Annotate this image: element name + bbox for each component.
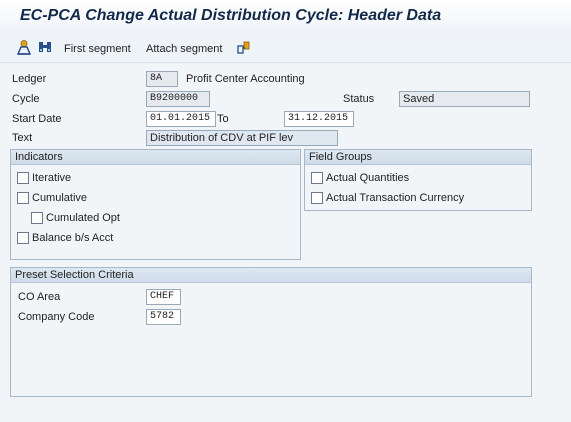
start-date-label: Start Date xyxy=(12,113,62,125)
first-segment-button[interactable]: First segment xyxy=(64,40,131,58)
status-field: Saved xyxy=(399,91,530,107)
checkbox-box[interactable] xyxy=(17,192,29,204)
ledger-field[interactable]: 8A xyxy=(146,71,178,87)
checkbox-box[interactable] xyxy=(31,212,43,224)
actual-quantities-checkbox[interactable]: Actual Quantities xyxy=(311,171,409,185)
checkbox-box[interactable] xyxy=(17,172,29,184)
actual-currency-label: Actual Transaction Currency xyxy=(326,192,465,204)
ledger-label: Ledger xyxy=(12,73,47,85)
preset-selection-group: Preset Selection Criteria CO Area CHEF C… xyxy=(10,267,532,397)
text-label: Text xyxy=(12,132,33,144)
checkbox-box[interactable] xyxy=(17,232,29,244)
iterative-label: Iterative xyxy=(32,172,72,184)
start-date-field[interactable]: 01.01.2015 xyxy=(146,111,216,127)
preset-selection-title: Preset Selection Criteria xyxy=(11,268,531,283)
co-area-label: CO Area xyxy=(18,291,61,303)
balance-checkbox[interactable]: Balance b/s Acct xyxy=(17,231,113,245)
checkbox-box[interactable] xyxy=(311,192,323,204)
cumulated-opt-label: Cumulated Opt xyxy=(46,212,120,224)
cycle-field[interactable]: B9200000 xyxy=(146,91,210,107)
field-groups-title: Field Groups xyxy=(305,150,531,165)
page-title: EC-PCA Change Actual Distribution Cycle:… xyxy=(20,7,442,24)
end-date-field[interactable]: 31.12.2015 xyxy=(284,111,354,127)
text-field[interactable]: Distribution of CDV at PIF lev xyxy=(146,130,338,146)
cycle-label: Cycle xyxy=(12,93,40,105)
title-bar: EC-PCA Change Actual Distribution Cycle:… xyxy=(0,0,571,36)
indicators-group: Indicators Iterative Cumulative Cumulate… xyxy=(10,149,301,260)
cumulated-opt-checkbox[interactable]: Cumulated Opt xyxy=(31,211,120,225)
iterative-checkbox[interactable]: Iterative xyxy=(17,171,71,185)
cumulative-checkbox[interactable]: Cumulative xyxy=(17,191,87,205)
binoculars-icon[interactable] xyxy=(37,39,55,57)
application-toolbar: First segment Attach segment xyxy=(0,36,571,63)
status-label: Status xyxy=(343,93,375,105)
actual-quantities-label: Actual Quantities xyxy=(326,172,410,184)
to-label: To xyxy=(217,113,229,125)
field-groups-group: Field Groups Actual Quantities Actual Tr… xyxy=(304,149,532,211)
actual-currency-checkbox[interactable]: Actual Transaction Currency xyxy=(311,191,464,205)
person-icon[interactable] xyxy=(16,39,34,57)
company-code-label: Company Code xyxy=(18,311,95,323)
ledger-description: Profit Center Accounting xyxy=(186,73,305,85)
indicators-title: Indicators xyxy=(11,150,300,165)
attach-icon[interactable] xyxy=(236,39,254,57)
co-area-field[interactable]: CHEF xyxy=(146,289,181,305)
balance-label: Balance b/s Acct xyxy=(32,232,114,244)
checkbox-box[interactable] xyxy=(311,172,323,184)
attach-segment-button[interactable]: Attach segment xyxy=(146,40,222,58)
company-code-field[interactable]: 5782 xyxy=(146,309,181,325)
cumulative-label: Cumulative xyxy=(32,192,88,204)
